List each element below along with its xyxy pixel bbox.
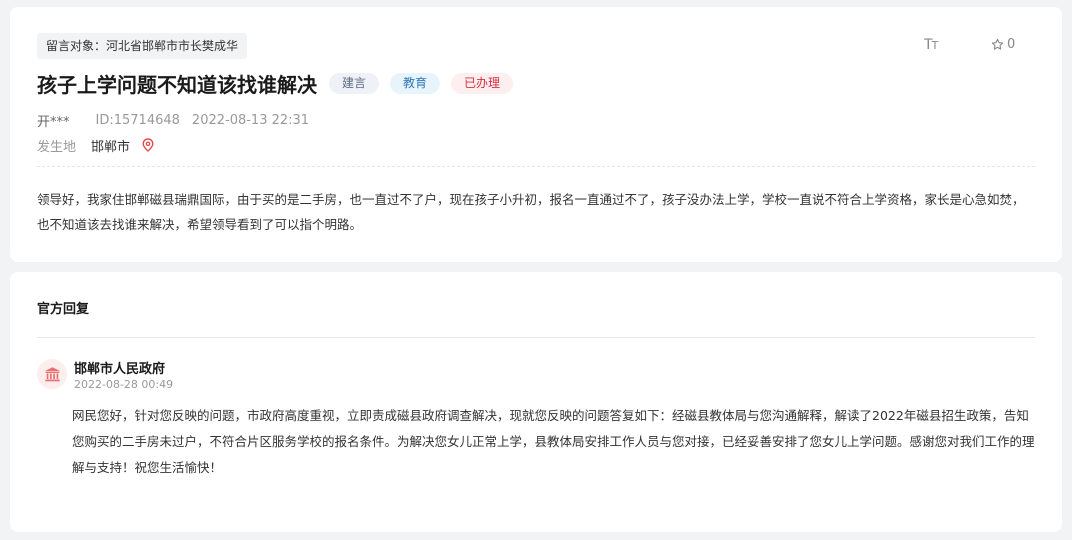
author-name: 开*** [37, 114, 70, 130]
star-outline-icon [991, 38, 1004, 50]
location-value: 邯郸市 [91, 139, 131, 155]
message-meta: 开*** ID:15714648 2022-08-13 22:31 [37, 111, 310, 130]
status-badge: 已办理 [451, 72, 514, 94]
location-pin-icon[interactable] [142, 138, 154, 152]
message-id: ID:15714648 [95, 112, 180, 128]
title-row: 孩子上学问题不知道该找谁解决 建言 教育 已办理 [37, 67, 514, 99]
reply-datetime: 2022-08-28 00:49 [74, 378, 174, 391]
message-title: 孩子上学问题不知道该找谁解决 [37, 72, 317, 97]
location-row: 发生地 邯郸市 [37, 136, 154, 155]
favorite-count: 0 [1007, 37, 1016, 52]
divider [37, 337, 1035, 338]
message-datetime: 2022-08-13 22:31 [191, 112, 310, 128]
reply-heading: 官方回复 [37, 302, 90, 317]
location-label: 发生地 [37, 139, 77, 155]
message-card: 留言对象：河北省邯郸市市长樊成华 TT 0 孩子上学问题不知道该找谁解决 建言 … [10, 7, 1062, 262]
tag-suggestion: 建言 [329, 72, 380, 94]
tag-education: 教育 [390, 72, 441, 94]
favorite-button[interactable]: 0 [991, 37, 1015, 52]
message-toolbar: TT 0 [912, 37, 1062, 59]
message-target-tag: 留言对象：河北省邯郸市市长樊成华 [37, 33, 248, 59]
font-size-icon[interactable]: TT [924, 37, 938, 53]
reply-org-name: 邯郸市人民政府 [74, 362, 166, 377]
reply-card: 官方回复 邯郸市人民政府 2022-08-28 00:49 网民您好，针对您反映… [10, 272, 1062, 532]
government-building-icon [44, 366, 60, 381]
reply-content: 网民您好，针对您反映的问题，市政府高度重视，立即责成磁县政府调查解决，现就您反映… [72, 408, 1035, 475]
message-content: 领导好，我家住邯郸磁县瑞鼎国际，由于买的是二手房，也一直过不了户，现在孩子小升初… [37, 192, 1025, 232]
avatar [37, 359, 67, 389]
divider [37, 166, 1035, 167]
